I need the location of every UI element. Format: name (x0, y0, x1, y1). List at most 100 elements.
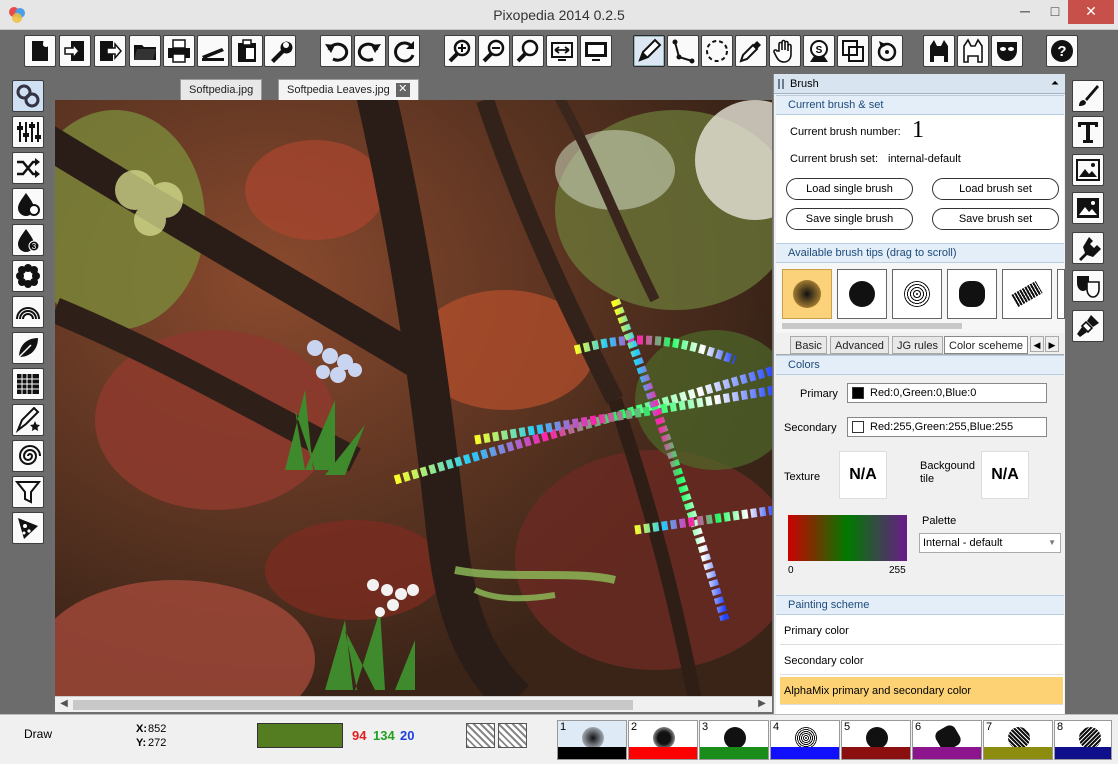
filter-dark-button[interactable] (923, 35, 955, 67)
scroll-left-icon[interactable]: ◀ (57, 698, 71, 712)
minimize-button[interactable]: ─ (1010, 0, 1040, 24)
scroll-right-icon[interactable]: ▶ (755, 698, 769, 712)
brush-tips-strip[interactable] (776, 263, 1065, 333)
brush-tip-partial[interactable] (1057, 269, 1065, 319)
subtab-jg-rules[interactable]: JG rules (892, 336, 943, 354)
image-frame-button[interactable] (1072, 154, 1104, 186)
fullscreen-button[interactable] (580, 35, 612, 67)
scrollbar-thumb[interactable] (73, 700, 633, 710)
tab-softpedia[interactable]: Softpedia.jpg (180, 79, 263, 100)
brush-slot-5[interactable]: 5 (841, 720, 911, 760)
print-button[interactable] (163, 35, 195, 67)
slot-color (558, 747, 626, 759)
stamp-tool-button[interactable]: S (803, 35, 835, 67)
collapse-icon[interactable]: ⏶ (1049, 78, 1061, 90)
image-canvas[interactable] (55, 100, 772, 696)
primary-color-field[interactable]: Red:0,Green:0,Blue:0 (847, 383, 1047, 403)
text-tool-button[interactable] (1072, 116, 1104, 148)
selection-tool-button[interactable] (701, 35, 733, 67)
brush-slot-7[interactable]: 7 (983, 720, 1053, 760)
brush-tip-soft[interactable] (782, 269, 832, 319)
brush-tip-hard[interactable] (837, 269, 887, 319)
brush-slot-1[interactable]: 1 (557, 720, 627, 760)
import-button[interactable] (59, 35, 91, 67)
subtab-advanced[interactable]: Advanced (830, 336, 889, 354)
drop-count-button[interactable]: 3 (12, 224, 44, 256)
palette-gradient[interactable] (788, 515, 907, 561)
scheme-secondary[interactable]: Secondary color (780, 647, 1063, 675)
brush-star-button[interactable] (12, 404, 44, 436)
new-file-button[interactable] (24, 35, 56, 67)
brush-slot-3[interactable]: 3 (699, 720, 769, 760)
pattern-swatch-secondary[interactable] (498, 723, 527, 748)
grid-button[interactable] (12, 368, 44, 400)
pattern-swatch-primary[interactable] (466, 723, 495, 748)
zoom-actual-button[interactable] (512, 35, 544, 67)
tab-softpedia-leaves[interactable]: Softpedia Leaves.jpg ✕ (278, 79, 419, 100)
grip-icon[interactable] (778, 79, 786, 89)
filter-light-button[interactable] (957, 35, 989, 67)
brush-slot-8[interactable]: 8 (1054, 720, 1112, 760)
mask-button[interactable] (991, 35, 1023, 67)
maximize-button[interactable]: □ (1040, 0, 1070, 24)
tips-scrollbar[interactable] (782, 323, 962, 329)
refresh-button[interactable] (388, 35, 420, 67)
save-brush-set-button[interactable]: Save brush set (932, 208, 1059, 230)
filter-button[interactable] (12, 476, 44, 508)
settings-button[interactable] (264, 35, 296, 67)
subtab-prev-icon[interactable]: ◀ (1030, 336, 1044, 352)
brush-slot-2[interactable]: 2 (628, 720, 698, 760)
path-tool-button[interactable] (667, 35, 699, 67)
redo-button[interactable] (354, 35, 386, 67)
export-button[interactable] (94, 35, 126, 67)
crop-tool-button[interactable] (837, 35, 869, 67)
brush-panel-button[interactable] (1072, 80, 1104, 112)
image-button[interactable] (1072, 192, 1104, 224)
brush-slot-4[interactable]: 4 (770, 720, 840, 760)
draw-tool-button[interactable] (633, 35, 665, 67)
subtab-basic[interactable]: Basic (790, 336, 827, 354)
load-single-brush-button[interactable]: Load single brush (786, 178, 913, 200)
effects-button[interactable] (1072, 270, 1104, 302)
secondary-color-field[interactable]: Red:255,Green:255,Blue:255 (847, 417, 1047, 437)
brush-tip-splat[interactable] (947, 269, 997, 319)
pizza-button[interactable] (12, 512, 44, 544)
drop-settings-button[interactable] (12, 188, 44, 220)
link-tool-button[interactable] (12, 80, 44, 112)
horizontal-scrollbar[interactable]: ◀ ▶ (55, 696, 772, 712)
rotate-tool-button[interactable] (871, 35, 903, 67)
palette-dropdown[interactable]: Internal - default ▼ (919, 533, 1061, 553)
zoom-in-button[interactable] (444, 35, 476, 67)
stapler-button[interactable] (197, 35, 229, 67)
brush-tip-speckle[interactable] (892, 269, 942, 319)
spiral-button[interactable] (12, 440, 44, 472)
clipboard-button[interactable] (231, 35, 263, 67)
scheme-alphamix[interactable]: AlphaMix primary and secondary color (780, 677, 1063, 705)
brush-tip-chalk[interactable] (1002, 269, 1052, 319)
plugins-button[interactable] (1072, 232, 1104, 264)
adjustments-button[interactable] (12, 116, 44, 148)
help-button[interactable]: ? (1046, 35, 1078, 67)
save-single-brush-button[interactable]: Save single brush (786, 208, 913, 230)
paint-tool-button[interactable] (1072, 310, 1104, 342)
scheme-primary[interactable]: Primary color (780, 617, 1063, 645)
help-icon: ? (1051, 40, 1073, 62)
subtab-next-icon[interactable]: ▶ (1045, 336, 1059, 352)
shuffle-button[interactable] (12, 152, 44, 184)
fit-window-button[interactable] (546, 35, 578, 67)
flower-brush-button[interactable] (12, 260, 44, 292)
zoom-out-button[interactable] (478, 35, 510, 67)
color-picker-button[interactable] (735, 35, 767, 67)
subtab-color-scheme[interactable]: Color sceheme (944, 336, 1028, 354)
load-brush-set-button[interactable]: Load brush set (932, 178, 1059, 200)
undo-button[interactable] (320, 35, 352, 67)
brush-slot-6[interactable]: 6 (912, 720, 982, 760)
leaf-brush-button[interactable] (12, 332, 44, 364)
pan-tool-button[interactable] (769, 35, 801, 67)
rainbow-brush-button[interactable] (12, 296, 44, 328)
open-folder-button[interactable] (129, 35, 161, 67)
texture-slot[interactable]: N/A (839, 451, 887, 499)
close-tab-icon[interactable]: ✕ (395, 83, 410, 98)
background-tile-slot[interactable]: N/A (981, 451, 1029, 499)
close-button[interactable]: ✕ (1068, 0, 1114, 24)
